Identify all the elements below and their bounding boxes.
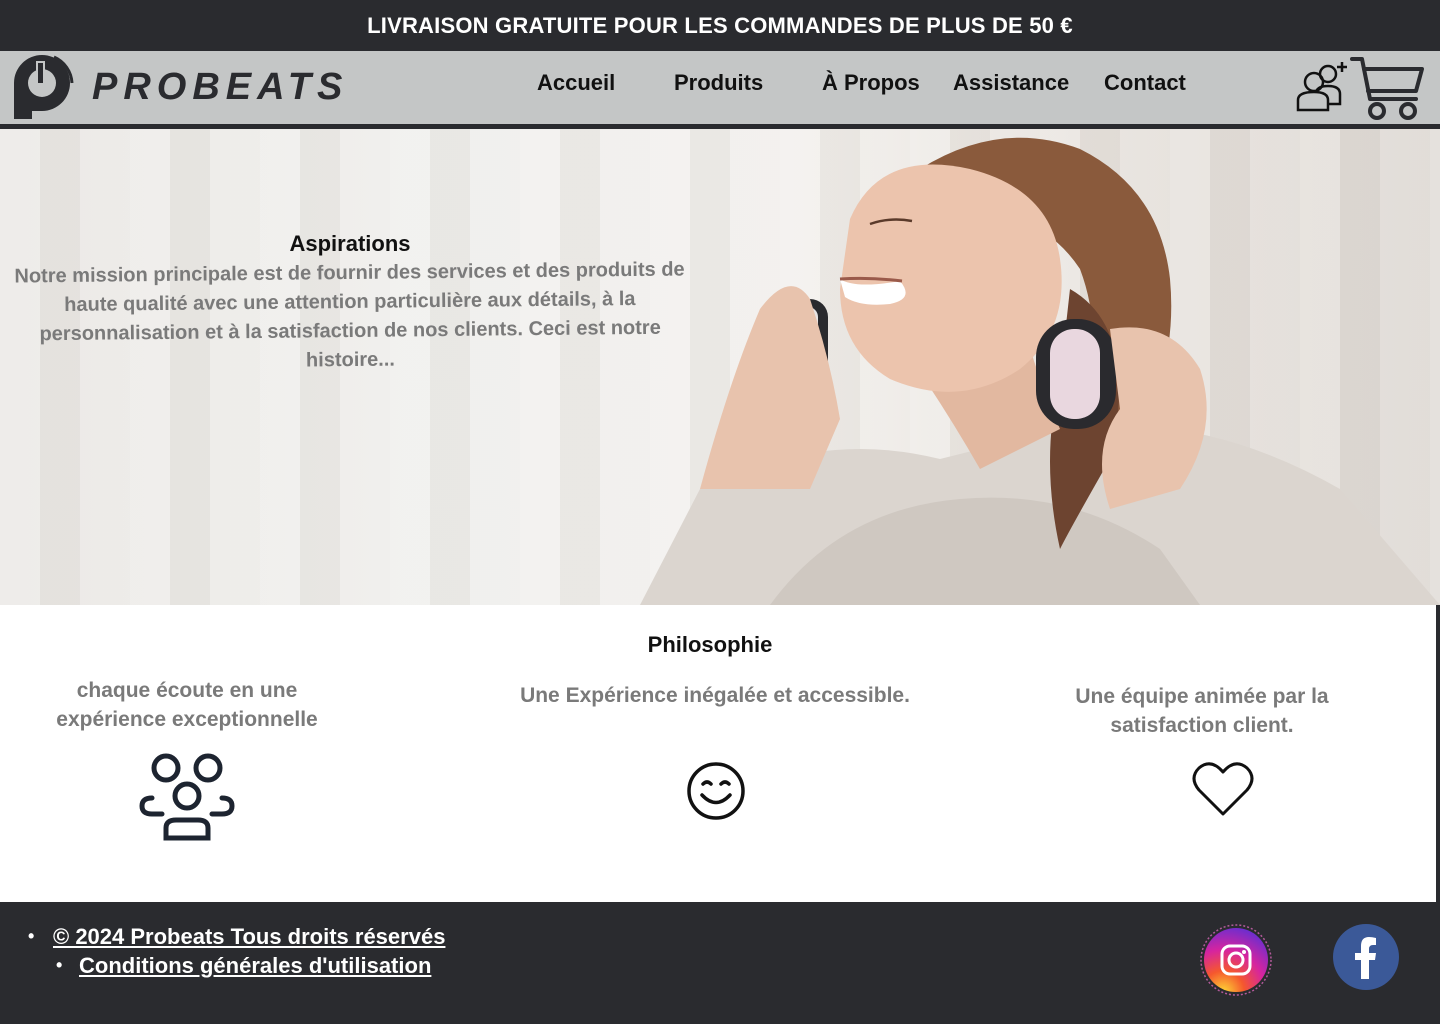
heart-icon bbox=[1192, 762, 1254, 816]
facebook-icon[interactable] bbox=[1332, 923, 1400, 991]
add-user-icon[interactable] bbox=[1294, 58, 1350, 112]
copyright-link[interactable]: © 2024 Probeats Tous droits réservés bbox=[53, 924, 445, 949]
cart-icon[interactable] bbox=[1350, 55, 1426, 121]
hero-text: Notre mission principale est de fournir … bbox=[14, 258, 685, 372]
terms-link[interactable]: Conditions générales d'utilisation bbox=[79, 953, 431, 978]
smile-icon bbox=[687, 762, 745, 820]
nav-assistance[interactable]: Assistance bbox=[953, 70, 1069, 96]
promo-bar: LIVRAISON GRATUITE POUR LES COMMANDES DE… bbox=[0, 0, 1440, 51]
main-nav: Accueil Produits À Propos Assistance Con… bbox=[0, 70, 1440, 106]
page-edge bbox=[1436, 605, 1440, 902]
philosophy-item-text: chaque écoute en une expérience exceptio… bbox=[56, 679, 318, 731]
hero-title: Aspirations bbox=[289, 231, 411, 256]
philosophy-item-text: Une Expérience inégalée et accessible. bbox=[520, 684, 910, 707]
nav-accueil[interactable]: Accueil bbox=[537, 70, 615, 96]
nav-contact[interactable]: Contact bbox=[1104, 70, 1186, 96]
philosophy-title: Philosophie bbox=[647, 632, 773, 657]
nav-a-propos[interactable]: À Propos bbox=[822, 70, 920, 96]
footer-links: © 2024 Probeats Tous droits réservés Con… bbox=[28, 922, 445, 980]
footer-link-item: © 2024 Probeats Tous droits réservés bbox=[28, 922, 445, 951]
philosophy-item-text: Une équipe animée par la satisfaction cl… bbox=[1075, 685, 1329, 737]
team-icon bbox=[139, 753, 235, 841]
nav-produits[interactable]: Produits bbox=[674, 70, 763, 96]
hero-banner: Aspirations Notre mission principale est… bbox=[0, 129, 1440, 605]
promo-text: LIVRAISON GRATUITE POUR LES COMMANDES DE… bbox=[367, 12, 1073, 38]
footer-link-item: Conditions générales d'utilisation bbox=[30, 951, 445, 980]
instagram-icon[interactable] bbox=[1199, 923, 1273, 997]
hero-photo bbox=[640, 137, 1440, 605]
